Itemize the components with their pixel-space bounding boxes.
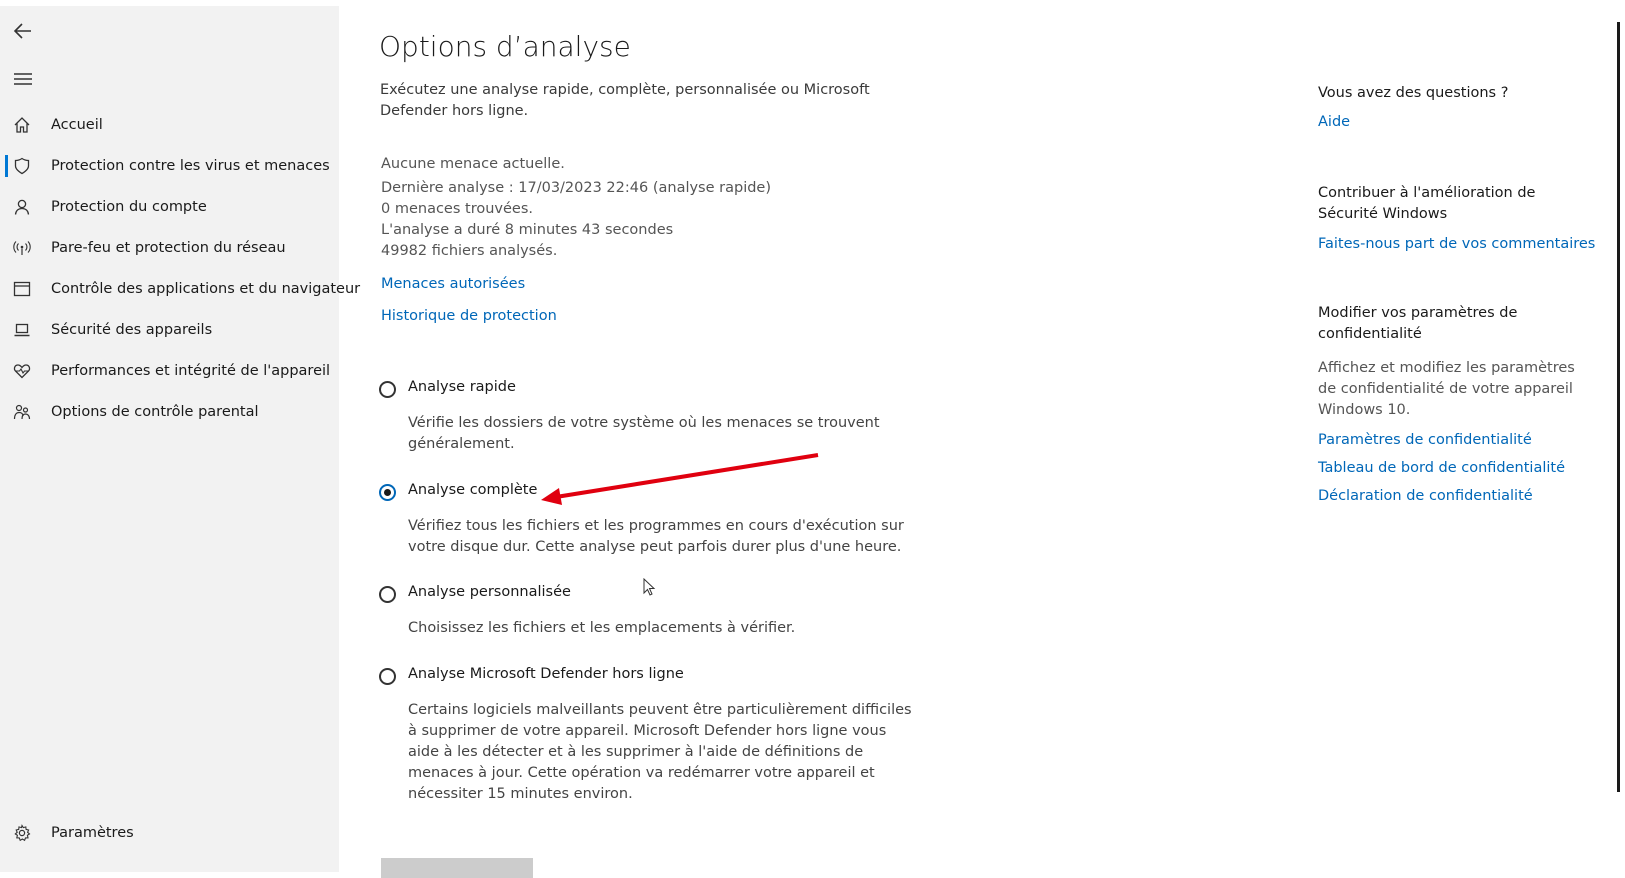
privacy-statement-link[interactable]: Déclaration de confidentialité [1318, 488, 1533, 504]
option-title[interactable]: Analyse complète [408, 482, 537, 498]
family-icon [13, 403, 31, 421]
offline-scan-radio[interactable] [379, 668, 396, 685]
back-arrow-icon[interactable] [10, 18, 36, 44]
full-scan-radio[interactable] [379, 484, 396, 501]
sidebar-item-label: Options de contrôle parental [51, 404, 259, 420]
privacy-settings-link[interactable]: Paramètres de confidentialité [1318, 432, 1532, 448]
option-description: Choisissez les fichiers et les emplaceme… [408, 620, 796, 636]
sidebar-item-settings[interactable]: Paramètres [0, 814, 339, 852]
sidebar-item-firewall[interactable]: Pare-feu et protection du réseau [0, 229, 339, 267]
sidebar-item-account-protection[interactable]: Protection du compte [0, 188, 339, 226]
home-icon [13, 116, 31, 134]
option-title[interactable]: Analyse Microsoft Defender hors ligne [408, 666, 684, 682]
option-description: Certains logiciels malveillants peuvent … [408, 702, 912, 802]
sidebar-item-label: Accueil [51, 117, 103, 133]
protection-history-link[interactable]: Historique de protection [381, 308, 557, 324]
sidebar-item-device-security[interactable]: Sécurité des appareils [0, 311, 339, 349]
wifi-antenna-icon [13, 239, 31, 257]
contribute-heading: Contribuer à l'amélioration de Sécurité … [1318, 185, 1536, 222]
page-description: Exécutez une analyse rapide, complète, p… [380, 82, 870, 119]
sidebar: Accueil Protection contre les virus et m… [0, 6, 360, 872]
sidebar-item-label: Pare-feu et protection du réseau [51, 240, 286, 256]
status-line: Aucune menace actuelle. [381, 156, 565, 172]
sidebar-item-label: Paramètres [51, 825, 134, 841]
sidebar-item-family-options[interactable]: Options de contrôle parental [0, 393, 339, 431]
sidebar-item-label: Sécurité des appareils [51, 322, 213, 338]
sidebar-item-label: Contrôle des applications et du navigate… [51, 281, 361, 297]
feedback-link[interactable]: Faites-nous part de vos commentaires [1318, 236, 1595, 252]
custom-scan-radio[interactable] [379, 586, 396, 603]
quick-scan-radio[interactable] [379, 381, 396, 398]
laptop-icon [13, 321, 31, 339]
allowed-threats-link[interactable]: Menaces autorisées [381, 276, 525, 292]
status-line: Dernière analyse : 17/03/2023 22:46 (ana… [381, 180, 772, 196]
status-line: L'analyse a duré 8 minutes 43 secondes [381, 222, 674, 238]
sidebar-item-label: Protection du compte [51, 199, 207, 215]
scrollbar[interactable] [1617, 22, 1620, 792]
sidebar-item-home[interactable]: Accueil [0, 106, 339, 144]
help-link[interactable]: Aide [1318, 114, 1350, 130]
sidebar-item-label: Performances et intégrité de l'appareil [51, 363, 331, 379]
option-description: Vérifie les dossiers de votre système où… [408, 415, 880, 452]
app-window-icon [13, 280, 31, 298]
privacy-dashboard-link[interactable]: Tableau de bord de confidentialité [1318, 460, 1565, 476]
status-line: 0 menaces trouvées. [381, 201, 533, 217]
option-description: Vérifiez tous les fichiers et les progra… [408, 518, 904, 555]
heart-icon [13, 362, 31, 380]
privacy-description: Affichez et modifiez les paramètres de c… [1318, 360, 1575, 418]
sidebar-item-virus-protection[interactable]: Protection contre les virus et menaces [0, 147, 339, 185]
privacy-heading: Modifier vos paramètres de confidentiali… [1318, 305, 1518, 342]
sidebar-item-app-browser-control[interactable]: Contrôle des applications et du navigate… [0, 270, 360, 308]
page-title: Options d’analyse [379, 30, 631, 63]
scan-now-button[interactable] [381, 858, 533, 878]
scan-status: Aucune menace actuelle. Dernière analyse… [381, 154, 771, 262]
hamburger-menu-icon[interactable] [10, 66, 36, 92]
shield-icon [13, 157, 31, 175]
questions-heading: Vous avez des questions ? [1318, 85, 1509, 101]
sidebar-item-device-performance[interactable]: Performances et intégrité de l'appareil [0, 352, 339, 390]
sidebar-item-label: Protection contre les virus et menaces [51, 158, 330, 174]
person-icon [13, 198, 31, 216]
main-content: Options d’analyse Exécutez une analyse r… [339, 0, 1239, 878]
mouse-cursor-icon [643, 578, 656, 596]
option-title[interactable]: Analyse personnalisée [408, 584, 571, 600]
option-title[interactable]: Analyse rapide [408, 379, 516, 395]
status-line: 49982 fichiers analysés. [381, 243, 558, 259]
gear-icon [13, 824, 31, 842]
